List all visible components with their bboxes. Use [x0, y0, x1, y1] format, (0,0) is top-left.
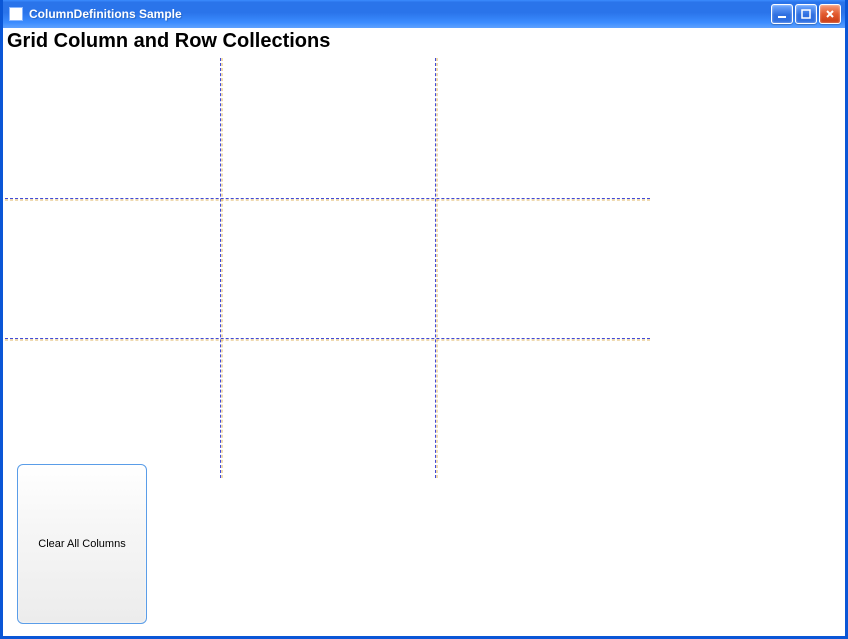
minimize-button[interactable]: [771, 4, 793, 24]
grid-row-divider: [5, 338, 650, 339]
grid-column-divider: [435, 58, 436, 478]
maximize-icon: [801, 9, 811, 19]
close-button[interactable]: [819, 4, 841, 24]
app-icon: [9, 7, 23, 21]
maximize-button[interactable]: [795, 4, 817, 24]
titlebar[interactable]: ColumnDefinitions Sample: [3, 0, 845, 28]
close-icon: [825, 9, 835, 19]
grid-preview: [5, 58, 650, 478]
grid-column-divider: [220, 58, 221, 478]
client-area: Grid Column and Row Collections Clear Al…: [3, 28, 845, 636]
minimize-icon: [777, 9, 787, 19]
page-title: Grid Column and Row Collections: [3, 28, 845, 59]
clear-all-columns-button[interactable]: Clear All Columns: [17, 464, 147, 624]
grid-row-divider: [5, 198, 650, 199]
window-frame: ColumnDefinitions Sample Grid Column and…: [0, 0, 848, 639]
clear-all-columns-label: Clear All Columns: [38, 538, 125, 550]
window-title: ColumnDefinitions Sample: [29, 7, 182, 21]
